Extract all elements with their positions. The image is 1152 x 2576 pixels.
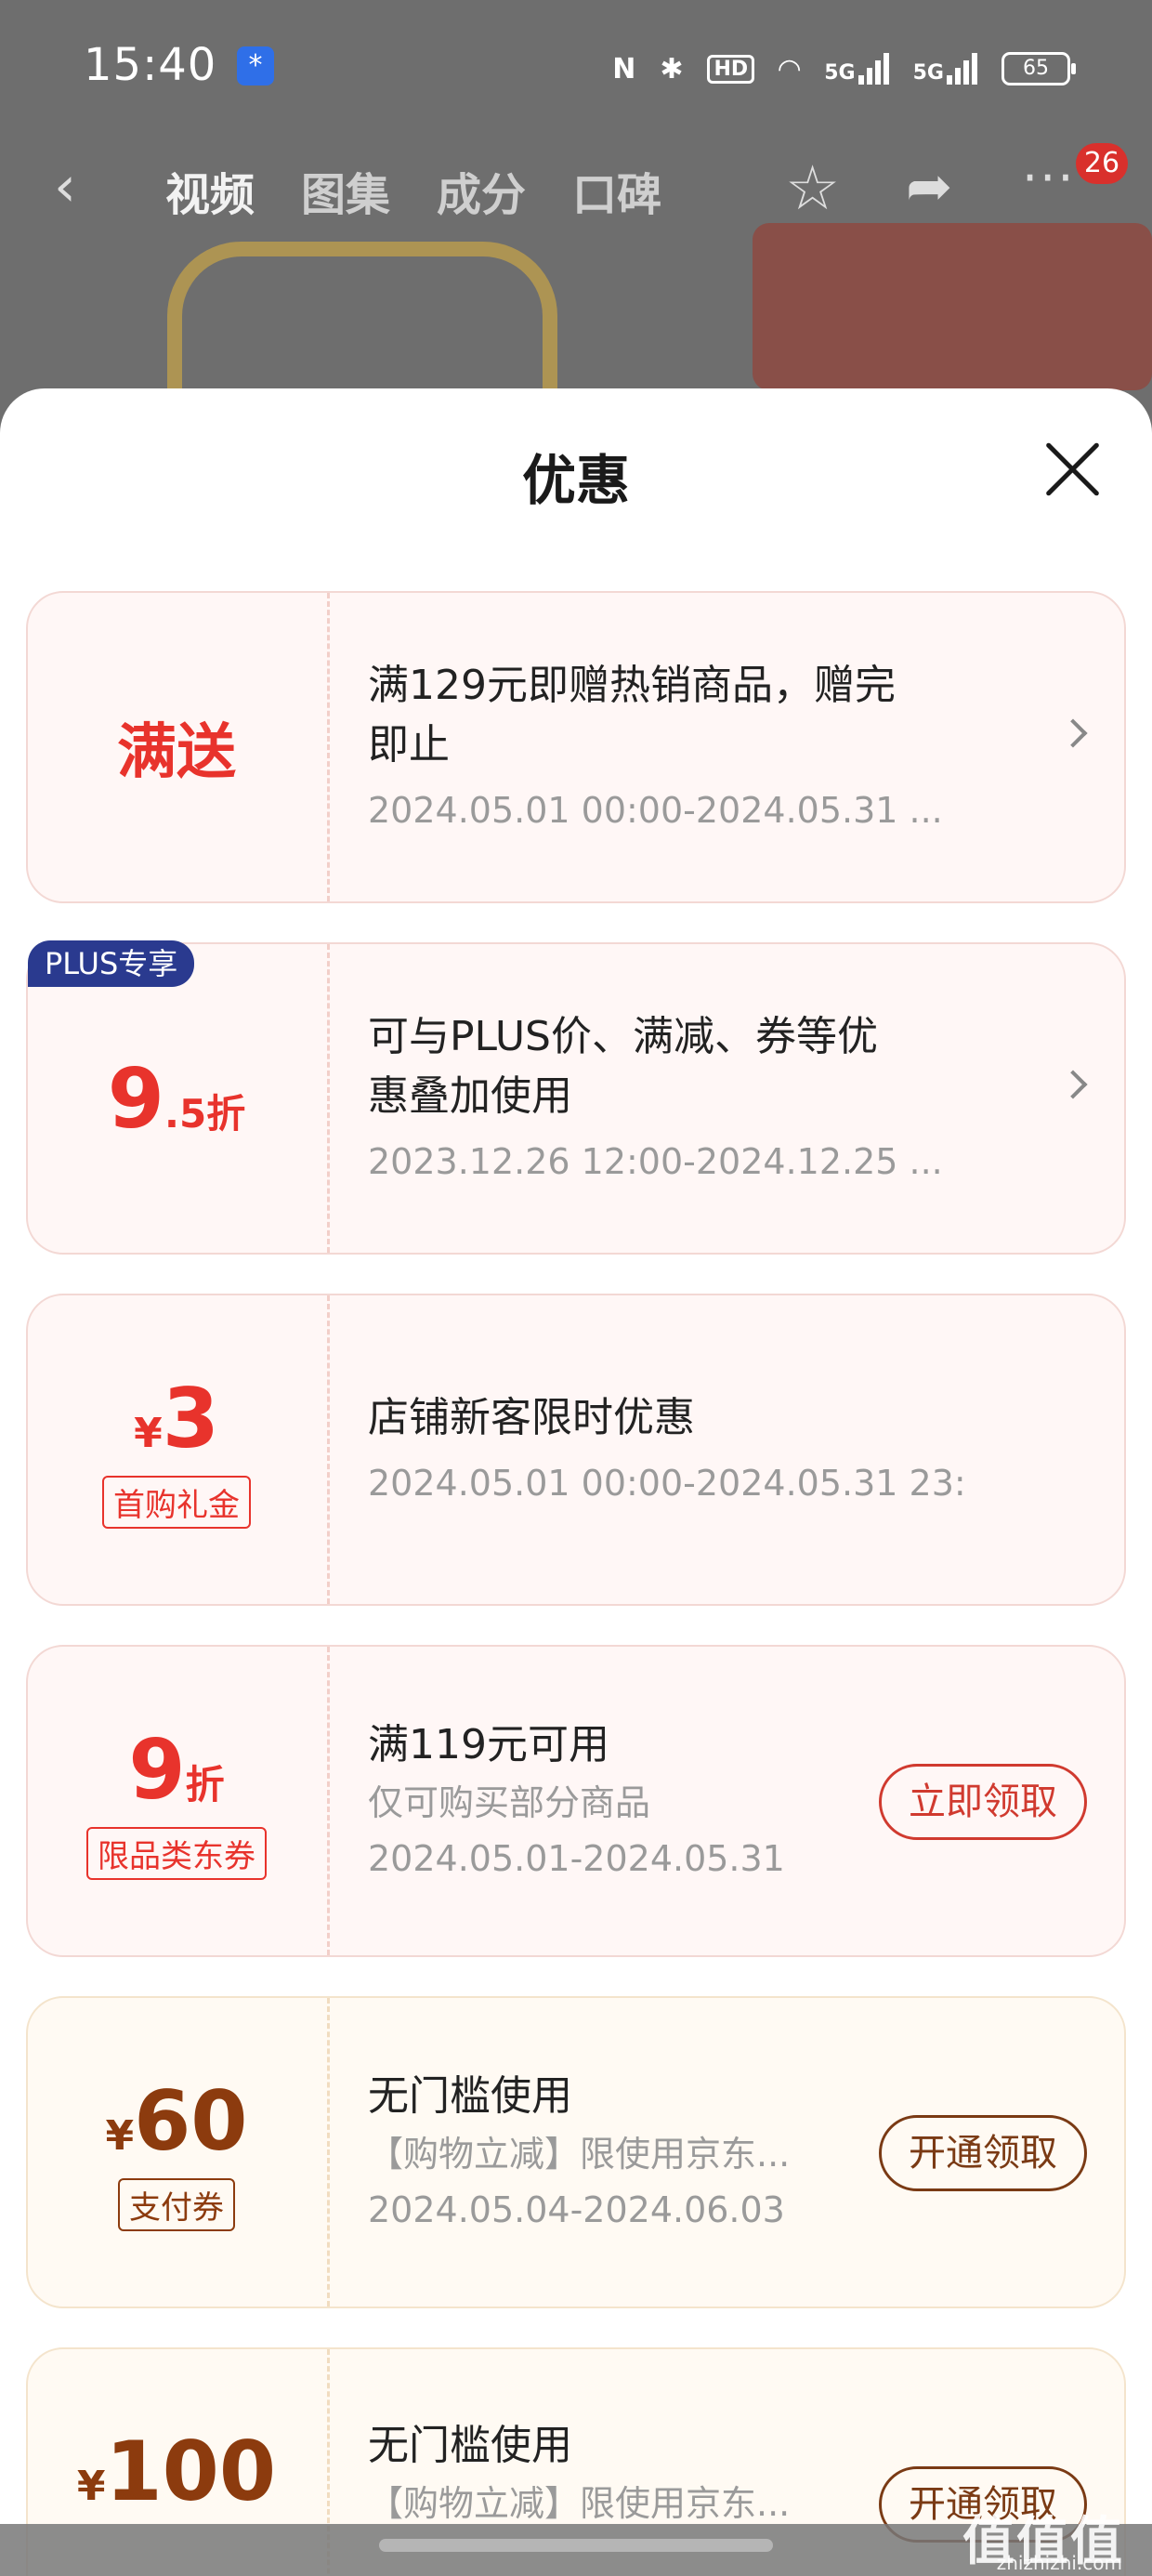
- amount: 60: [134, 2073, 248, 2169]
- tab-gallery[interactable]: 图集: [301, 158, 390, 223]
- currency-symbol: ¥: [134, 1410, 163, 1457]
- discount-big: 9: [107, 1050, 165, 1147]
- card-divider: [327, 593, 330, 901]
- home-indicator[interactable]: [379, 2539, 773, 2552]
- signal-icon-1: 5G: [824, 53, 889, 85]
- amount-value: ¥3: [134, 1371, 219, 1466]
- promo-subtitle: 【购物立减】限使用京东...: [368, 2483, 791, 2524]
- promo-type-label: 满送: [117, 718, 236, 787]
- amount-value: ¥60: [105, 2073, 247, 2169]
- discount-small: .5折: [164, 1090, 246, 1137]
- product-tabs: 视频 图集 成分 口碑: [165, 158, 661, 223]
- card-divider: [327, 1647, 330, 1955]
- promo-card-plus[interactable]: PLUS专享 9.5折 可与PLUS价、满减、券等优惠叠加使用 2023.12.…: [26, 940, 1126, 1255]
- discount-sheet: 优惠 满送 满129元即赠热销商品，赠完即止 2024.05.01 00:00-…: [0, 388, 1152, 2576]
- claim-now-button[interactable]: 立即领取: [879, 1764, 1087, 1840]
- promo-body: 无门槛使用 【购物立减】限使用京东... 2024.05.04-2024.06.…: [368, 1998, 851, 2307]
- discount-small: 折: [185, 1762, 225, 1807]
- promo-body: 可与PLUS价、满减、券等优惠叠加使用 2023.12.26 12:00-202…: [368, 944, 962, 1253]
- promo-body: 满129元即赠热销商品，赠完即止 2024.05.01 00:00-2024.0…: [368, 593, 962, 901]
- discount-big: 9: [128, 1722, 186, 1818]
- wifi-icon: ◠: [779, 52, 801, 85]
- bluetooth-icon: ✱: [660, 52, 684, 85]
- card-divider: [327, 1295, 330, 1604]
- coupon-card-category: 9折 限品类东券 满119元可用 仅可购买部分商品 2024.05.01-202…: [26, 1645, 1126, 1957]
- coupon-tag: 首购礼金: [102, 1476, 251, 1529]
- tab-ingredients[interactable]: 成分: [437, 158, 526, 223]
- hd-voice-icon: HD: [707, 54, 755, 84]
- promo-card-new-customer[interactable]: ¥3 首购礼金 店铺新客限时优惠 2024.05.01 00:00-2024.0…: [26, 1294, 1126, 1606]
- tab-video[interactable]: 视频: [165, 158, 255, 223]
- product-header: ‹ 视频 图集 成分 口碑 ☆ ➦ ··· 26: [0, 139, 1152, 242]
- promo-date: 2024.05.04-2024.06.03: [368, 2189, 785, 2230]
- tab-reviews[interactable]: 口碑: [572, 158, 661, 223]
- promo-date: 2024.05.01-2024.05.31: [368, 1838, 785, 1879]
- status-bar: 15:40 * N ✱ HD ◠ 5G 5G 65: [0, 0, 1152, 139]
- promo-title: 无门槛使用: [368, 2072, 572, 2120]
- card-divider: [327, 1998, 330, 2307]
- promo-card-gift[interactable]: 满送 满129元即赠热销商品，赠完即止 2024.05.01 00:00-202…: [26, 591, 1126, 903]
- currency-symbol: ¥: [105, 2112, 135, 2160]
- nfc-icon: N: [612, 52, 636, 85]
- product-image: [753, 223, 1152, 390]
- promo-title: 无门槛使用: [368, 2422, 572, 2469]
- chevron-right-icon: [1058, 1070, 1088, 1099]
- favorite-star-icon[interactable]: ☆: [785, 152, 840, 224]
- back-icon[interactable]: ‹: [54, 154, 76, 219]
- sheet-title: 优惠: [521, 449, 630, 512]
- discount-value: 9折: [128, 1722, 224, 1818]
- amount-value: ¥100: [77, 2424, 276, 2519]
- status-time: 15:40: [84, 39, 217, 91]
- network-type-label: 5G: [824, 61, 856, 85]
- network-type-label: 5G: [912, 61, 944, 85]
- promo-date: 2024.05.01 00:00-2024.05.31 ...: [368, 790, 943, 831]
- coupon-tag: 支付券: [118, 2178, 235, 2231]
- promo-subtitle: 【购物立减】限使用京东...: [368, 2134, 791, 2175]
- notification-app-icon: *: [237, 46, 274, 85]
- promo-body: 满119元可用 仅可购买部分商品 2024.05.01-2024.05.31: [368, 1647, 851, 1955]
- promo-date: 2024.05.01 00:00-2024.05.31 23:59: [368, 1463, 962, 1504]
- battery-icon: 65: [1001, 52, 1076, 85]
- promo-title: 店铺新客限时优惠: [368, 1394, 695, 1441]
- promo-subtitle: 仅可购买部分商品: [368, 1782, 651, 1823]
- promo-title: 满129元即赠热销商品，赠完即止: [368, 662, 896, 769]
- promo-left: ¥60 支付券: [28, 1998, 325, 2307]
- promo-left: 9折 限品类东券: [28, 1647, 325, 1955]
- promo-left: 满送: [28, 593, 325, 901]
- promo-left: ¥3 首购礼金: [28, 1295, 325, 1604]
- promo-date: 2023.12.26 12:00-2024.12.25 ...: [368, 1141, 943, 1182]
- coupon-tag: 限品类东券: [86, 1827, 267, 1880]
- signal-icon-2: 5G: [913, 53, 977, 85]
- card-divider: [327, 944, 330, 1253]
- promo-body: 店铺新客限时优惠 2024.05.01 00:00-2024.05.31 23:…: [368, 1295, 962, 1604]
- promo-title: 满119元可用: [368, 1721, 609, 1768]
- close-icon[interactable]: [1041, 437, 1106, 502]
- share-icon[interactable]: ➦: [906, 154, 952, 219]
- watermark-site: zhizhizhi.com: [996, 2552, 1122, 2574]
- status-icons: N ✱ HD ◠ 5G 5G 65: [612, 45, 1076, 93]
- amount: 3: [162, 1371, 219, 1466]
- amount: 100: [105, 2424, 277, 2519]
- promo-left: 9.5折: [28, 944, 325, 1253]
- promo-title: 可与PLUS价、满减、券等优惠叠加使用: [368, 1013, 878, 1120]
- chevron-right-icon: [1058, 718, 1088, 748]
- discount-value: 9.5折: [108, 1051, 245, 1147]
- currency-symbol: ¥: [76, 2463, 106, 2510]
- activate-claim-button[interactable]: 开通领取: [879, 2115, 1087, 2191]
- coupon-card-payment-60: ¥60 支付券 无门槛使用 【购物立减】限使用京东... 2024.05.04-…: [26, 1996, 1126, 2308]
- more-icon[interactable]: ···: [1022, 149, 1076, 207]
- product-handle-image: [167, 242, 557, 409]
- message-count-badge: 26: [1076, 143, 1128, 184]
